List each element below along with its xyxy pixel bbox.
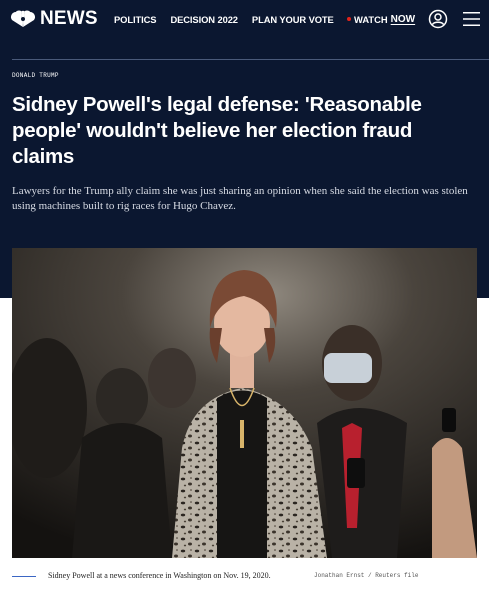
watch-label: WATCH: [354, 13, 388, 25]
top-nav: NEWS POLITICS DECISION 2022 PLAN YOUR VO…: [0, 0, 489, 38]
article-dek: Lawyers for the Trump ally claim she was…: [12, 185, 468, 212]
live-dot-icon: [347, 17, 351, 21]
nav-item-plan-your-vote[interactable]: PLAN YOUR VOTE: [252, 14, 334, 25]
hamburger-menu-icon[interactable]: [463, 11, 480, 27]
hero-divider: [12, 59, 489, 60]
photo-credit: Jonathan Ernst / Reuters file: [314, 572, 419, 579]
watch-now-link[interactable]: WATCH NOW: [347, 0, 415, 38]
caption-rule: [12, 576, 36, 577]
lead-photo-illustration: [12, 248, 477, 558]
nav-item-decision-2022[interactable]: DECISION 2022: [170, 14, 238, 25]
article-headline: Sidney Powell's legal defense: 'Reasonab…: [12, 93, 422, 168]
account-icon[interactable]: [428, 9, 448, 29]
section-eyebrow[interactable]: DONALD TRUMP: [12, 72, 59, 79]
lead-photo: [12, 248, 477, 558]
logo-wordmark: NEWS: [40, 8, 98, 29]
nbc-news-logo[interactable]: NEWS: [10, 8, 98, 30]
primary-nav: POLITICS DECISION 2022 PLAN YOUR VOTE: [114, 0, 348, 38]
peacock-logo-icon: [10, 10, 35, 27]
nav-item-politics[interactable]: POLITICS: [114, 14, 157, 25]
watch-now-label: NOW: [390, 13, 416, 25]
photo-caption: Sidney Powell at a news conference in Wa…: [48, 571, 271, 580]
